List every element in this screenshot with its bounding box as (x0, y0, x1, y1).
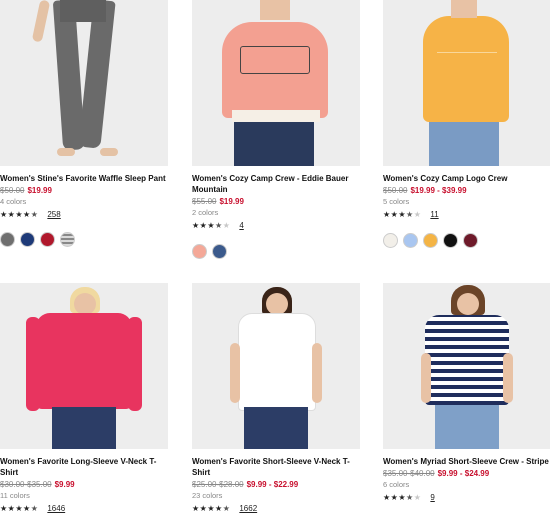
pant-waist (60, 0, 106, 22)
product-card[interactable]: Women's Myriad Short-Sleeve Crew - Strip… (383, 283, 550, 503)
product-price: $25.00-$28.00 $9.99 - $22.99 (192, 479, 360, 490)
review-count-link[interactable]: 11 (430, 210, 438, 219)
color-swatches (0, 232, 168, 247)
product-card[interactable]: Women's Stine's Favorite Waffle Sleep Pa… (0, 0, 168, 247)
product-price: $55.00 $19.99 (192, 196, 360, 207)
product-price: $50.00 $19.99 - $39.99 (383, 185, 550, 196)
original-price: $50.00 (0, 186, 25, 195)
color-count: 5 colors (383, 197, 410, 206)
star-rating-icon: ★★★★★ (0, 210, 39, 219)
product-image[interactable] (192, 0, 360, 166)
swatch-navy[interactable] (20, 232, 35, 247)
star-rating-icon: ★★★★★ (192, 221, 231, 230)
product-card[interactable]: Women's Favorite Short-Sleeve V-Neck T-S… (192, 283, 360, 514)
product-image[interactable] (0, 283, 168, 449)
product-price: $35.00-$40.00 $9.99 - $24.99 (383, 468, 550, 479)
sale-price: $9.99 - $22.99 (246, 480, 299, 489)
color-swatches (383, 233, 550, 248)
product-title[interactable]: Women's Cozy Camp Logo Crew (383, 173, 550, 184)
sale-price: $19.99 (219, 197, 244, 206)
swatch-cream[interactable] (383, 233, 398, 248)
color-count: 2 colors (192, 208, 219, 217)
head (74, 293, 96, 315)
swatch-stripe[interactable] (60, 232, 75, 247)
pant-leg-right (78, 0, 116, 149)
sweatshirt-body (423, 16, 509, 122)
foot (100, 148, 118, 156)
foot (57, 148, 75, 156)
product-title[interactable]: Women's Myriad Short-Sleeve Crew - Strip… (383, 456, 550, 467)
swatch-light-blue[interactable] (403, 233, 418, 248)
product-grid: Women's Stine's Favorite Waffle Sleep Pa… (0, 0, 550, 513)
review-count-link[interactable]: 4 (239, 221, 243, 230)
arm (312, 343, 322, 403)
product-image[interactable] (383, 283, 550, 449)
striped-tshirt (425, 315, 509, 405)
product-title[interactable]: Women's Favorite Long-Sleeve V-Neck T-Sh… (0, 456, 168, 478)
head (457, 293, 479, 315)
arm (421, 353, 431, 403)
color-swatches (192, 244, 360, 259)
rating: ★★★★★ 11 (383, 209, 550, 220)
product-image[interactable] (192, 283, 360, 449)
head (266, 293, 288, 315)
graphic-print (240, 46, 310, 74)
neck (451, 0, 477, 18)
tshirt-body (36, 313, 132, 409)
swatch-yellow[interactable] (423, 233, 438, 248)
product-image[interactable] (383, 0, 550, 166)
sleeve (26, 317, 40, 411)
rating: ★★★★★ 4 (192, 220, 360, 231)
product-card[interactable]: Women's Cozy Camp Crew - Eddie Bauer Mou… (192, 0, 360, 259)
original-price: $30.00-$35.00 (0, 480, 52, 489)
original-price: $55.00 (192, 197, 217, 206)
product-price: $50.00 $19.99 (0, 185, 168, 196)
star-rating-icon: ★★★★★ (383, 493, 422, 502)
jeans (234, 120, 314, 166)
jeans (244, 407, 308, 449)
swatch-gray[interactable] (0, 232, 15, 247)
original-price: $25.00-$28.00 (192, 480, 244, 489)
jeans (52, 407, 116, 449)
sleeve (128, 317, 142, 411)
arm (230, 343, 240, 403)
product-title[interactable]: Women's Favorite Short-Sleeve V-Neck T-S… (192, 456, 360, 478)
logo-print (437, 44, 497, 53)
jeans (435, 405, 499, 449)
star-rating-icon: ★★★★★ (383, 210, 422, 219)
product-card[interactable]: Women's Favorite Long-Sleeve V-Neck T-Sh… (0, 283, 168, 514)
product-image[interactable] (0, 0, 168, 166)
product-price: $30.00-$35.00 $9.99 (0, 479, 168, 490)
neck (260, 0, 290, 20)
review-count-link[interactable]: 9 (430, 493, 434, 502)
color-count: 11 colors (0, 491, 30, 500)
product-title[interactable]: Women's Stine's Favorite Waffle Sleep Pa… (0, 173, 168, 184)
swatch-coral[interactable] (192, 244, 207, 259)
arm (31, 0, 51, 43)
rating: ★★★★★ 9 (383, 492, 550, 503)
original-price: $35.00-$40.00 (383, 469, 435, 478)
swatch-burgundy[interactable] (463, 233, 478, 248)
color-count: 6 colors (383, 480, 410, 489)
sale-price: $19.99 - $39.99 (410, 186, 467, 195)
tshirt-body (238, 313, 316, 411)
review-count-link[interactable]: 258 (47, 210, 60, 219)
jeans (429, 120, 499, 166)
color-count: 4 colors (0, 197, 27, 206)
sale-price: $9.99 (54, 480, 75, 489)
color-count: 23 colors (192, 491, 223, 500)
rating: ★★★★★ 258 (0, 209, 168, 220)
arm (503, 353, 513, 403)
swatch-red[interactable] (40, 232, 55, 247)
swatch-black[interactable] (443, 233, 458, 248)
product-card[interactable]: Women's Cozy Camp Logo Crew $50.00 $19.99… (383, 0, 550, 248)
original-price: $50.00 (383, 186, 408, 195)
shirt-hem (232, 110, 320, 122)
product-title[interactable]: Women's Cozy Camp Crew - Eddie Bauer Mou… (192, 173, 360, 195)
swatch-blue[interactable] (212, 244, 227, 259)
sale-price: $9.99 - $24.99 (437, 469, 490, 478)
sale-price: $19.99 (27, 186, 52, 195)
